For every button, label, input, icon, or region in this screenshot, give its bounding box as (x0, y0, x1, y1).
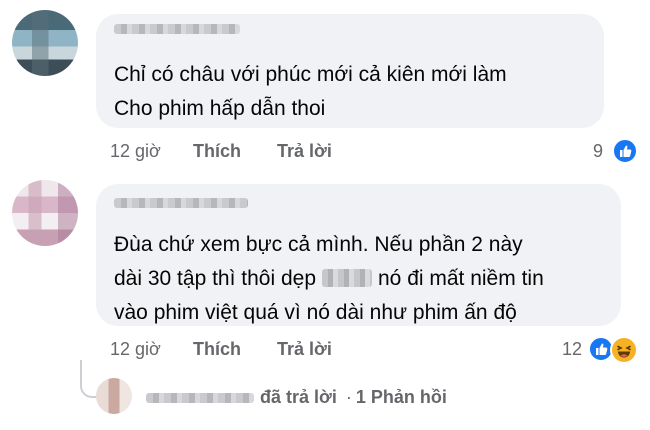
comment-bubble: Chỉ có châu với phúc mới cả kiên mới làm… (96, 14, 604, 128)
redacted-word (322, 269, 372, 287)
commenter-name-blurred[interactable] (114, 198, 248, 208)
comment-bubble: Đùa chứ xem bực cả mình. Nếu phần 2 này … (96, 184, 621, 326)
reply-thread-connector (80, 360, 96, 398)
comment-timestamp[interactable]: 12 giờ (110, 141, 161, 162)
commenter-avatar[interactable] (12, 10, 78, 76)
haha-icon (610, 336, 638, 364)
replier-name-blurred[interactable] (146, 393, 254, 404)
commenter-name-blurred[interactable] (114, 24, 240, 34)
reply-separator: · (345, 387, 352, 407)
reply-link[interactable]: Trả lời (277, 339, 332, 360)
reply-summary[interactable]: đã trả lời · 1 Phản hồi (146, 387, 447, 408)
like-link[interactable]: Thích (193, 141, 241, 162)
reply-count-link[interactable]: 1 Phản hồi (356, 387, 447, 407)
reply-action-text: đã trả lời (260, 387, 337, 407)
comment-timestamp[interactable]: 12 giờ (110, 339, 161, 360)
commenter-avatar[interactable] (12, 180, 78, 246)
reply-link[interactable]: Trả lời (277, 141, 332, 162)
reaction-count[interactable]: 12 (562, 339, 582, 360)
replier-avatar[interactable] (96, 378, 132, 414)
comment-text: Đùa chứ xem bực cả mình. Nếu phần 2 này … (114, 228, 609, 330)
reaction-count[interactable]: 9 (593, 141, 603, 162)
like-link[interactable]: Thích (193, 339, 241, 360)
comment-text: Chỉ có châu với phúc mới cả kiên mới làm… (114, 63, 507, 120)
like-icon (612, 138, 638, 164)
